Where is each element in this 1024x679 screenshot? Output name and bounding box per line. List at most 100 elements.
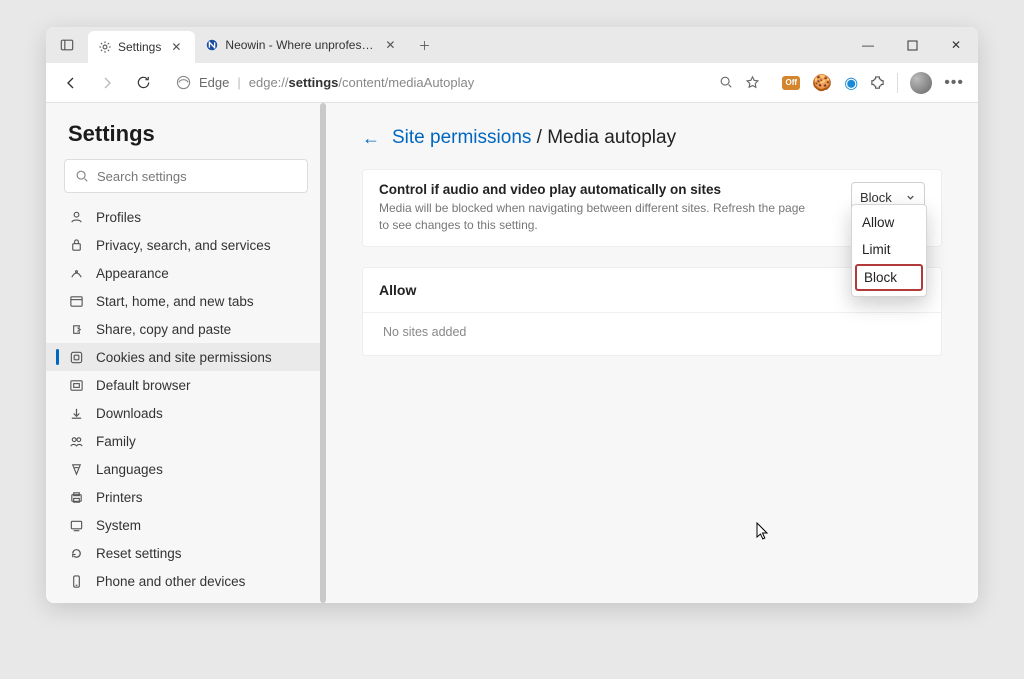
close-window-button[interactable]: ✕ xyxy=(934,27,978,63)
nav-icon xyxy=(68,489,84,505)
search-icon xyxy=(75,169,89,183)
sidebar-item[interactable]: Phone and other devices xyxy=(46,567,326,595)
browser-window: Settings ✕ Neowin - Where unprofessional… xyxy=(46,27,978,603)
maximize-button[interactable] xyxy=(890,27,934,63)
sidebar-item[interactable]: Reset settings xyxy=(46,539,326,567)
sidebar-item-label: Downloads xyxy=(96,406,163,421)
sidebar-item[interactable]: Profiles xyxy=(46,203,326,231)
window-controls: ― ✕ xyxy=(846,27,978,63)
close-icon[interactable]: ✕ xyxy=(381,36,399,54)
sidebar-item-label: System xyxy=(96,518,141,533)
scrollbar[interactable] xyxy=(320,103,326,603)
control-title: Control if audio and video play automati… xyxy=(379,182,809,197)
toolbar: Edge | edge://settings/content/mediaAuto… xyxy=(46,63,978,103)
control-description: Media will be blocked when navigating be… xyxy=(379,200,809,234)
tab-title: Neowin - Where unprofessional xyxy=(225,38,375,52)
tab-settings[interactable]: Settings ✕ xyxy=(88,31,195,63)
extension-off-icon[interactable]: Off xyxy=(782,76,800,90)
sidebar-item[interactable]: System xyxy=(46,511,326,539)
nav-icon xyxy=(68,461,84,477)
dropdown-option[interactable]: Allow xyxy=(852,209,926,236)
search-input[interactable]: Search settings xyxy=(64,159,308,193)
nav-icon xyxy=(68,377,84,393)
nav-icon xyxy=(68,237,84,253)
settings-sidebar: Settings Search settings Profiles Privacy… xyxy=(46,103,326,603)
sidebar-item-label: Phone and other devices xyxy=(96,574,245,589)
sidebar-item-label: Appearance xyxy=(96,266,169,281)
nav-icon xyxy=(68,517,84,533)
breadcrumb-back-icon[interactable]: ← xyxy=(362,128,380,149)
close-icon[interactable]: ✕ xyxy=(167,38,185,56)
content-area: Settings Search settings Profiles Privacy… xyxy=(46,103,978,603)
refresh-button[interactable] xyxy=(128,68,158,98)
titlebar: Settings ✕ Neowin - Where unprofessional… xyxy=(46,27,978,63)
settings-nav: Profiles Privacy, search, and services App… xyxy=(46,203,326,603)
nav-icon xyxy=(68,573,84,589)
sidebar-item[interactable]: Accessibility xyxy=(46,595,326,603)
profile-avatar[interactable] xyxy=(910,72,932,94)
nav-icon xyxy=(68,545,84,561)
extensions-area: Off 🍪 ◉ ••• xyxy=(778,72,968,94)
sidebar-item[interactable]: Family xyxy=(46,427,326,455)
url-text: edge://settings/content/mediaAutoplay xyxy=(249,75,474,90)
breadcrumb-current: Media autoplay xyxy=(547,127,676,148)
tab-neowin[interactable]: Neowin - Where unprofessional ✕ xyxy=(195,27,409,63)
sidebar-item[interactable]: Privacy, search, and services xyxy=(46,231,326,259)
dropdown-option[interactable]: Block xyxy=(855,264,923,291)
back-button[interactable] xyxy=(56,68,86,98)
sidebar-item[interactable]: Cookies and site permissions xyxy=(46,343,326,371)
chevron-down-icon xyxy=(905,192,916,203)
sidebar-item[interactable]: Share, copy and paste xyxy=(46,315,326,343)
nav-icon xyxy=(68,405,84,421)
nav-icon xyxy=(68,433,84,449)
address-bar[interactable]: Edge | edge://settings/content/mediaAuto… xyxy=(164,68,772,98)
edge-label: Edge xyxy=(199,75,229,90)
nav-icon xyxy=(68,265,84,281)
nav-icon xyxy=(68,321,84,337)
sidebar-item-label: Printers xyxy=(96,490,143,505)
sidebar-item-label: Accessibility xyxy=(96,602,170,604)
breadcrumb: ← Site permissions / Media autoplay xyxy=(362,127,942,149)
sidebar-item-label: Start, home, and new tabs xyxy=(96,294,254,309)
new-tab-button[interactable]: ＋ xyxy=(409,27,439,63)
sidebar-item[interactable]: Start, home, and new tabs xyxy=(46,287,326,315)
autoplay-dropdown: AllowLimitBlock xyxy=(851,204,927,297)
minimize-button[interactable]: ― xyxy=(846,27,890,63)
media-autoplay-control-card: Control if audio and video play automati… xyxy=(362,169,942,247)
sidebar-item-label: Profiles xyxy=(96,210,141,225)
sidebar-item-label: Languages xyxy=(96,462,163,477)
nav-icon xyxy=(68,293,84,309)
gear-icon xyxy=(98,40,112,54)
sidebar-item-label: Share, copy and paste xyxy=(96,322,231,337)
sidebar-item[interactable]: Languages xyxy=(46,455,326,483)
extension-icon[interactable]: ◉ xyxy=(844,73,858,93)
tab-actions-icon[interactable] xyxy=(46,27,88,63)
nav-icon xyxy=(68,349,84,365)
sidebar-item[interactable]: Default browser xyxy=(46,371,326,399)
page-title: Settings xyxy=(46,121,326,159)
dropdown-option[interactable]: Limit xyxy=(852,236,926,263)
more-menu-icon[interactable]: ••• xyxy=(944,74,964,92)
sidebar-item-label: Cookies and site permissions xyxy=(96,350,272,365)
forward-button[interactable] xyxy=(92,68,122,98)
sidebar-item[interactable]: Appearance xyxy=(46,259,326,287)
select-value: Block xyxy=(860,190,892,205)
zoom-icon[interactable] xyxy=(719,75,733,90)
search-placeholder: Search settings xyxy=(97,169,187,184)
favorite-icon[interactable] xyxy=(745,75,760,90)
neowin-icon xyxy=(205,38,219,52)
tab-title: Settings xyxy=(118,40,161,54)
sidebar-item-label: Family xyxy=(96,434,136,449)
sidebar-item[interactable]: Downloads xyxy=(46,399,326,427)
sidebar-item-label: Reset settings xyxy=(96,546,182,561)
settings-main: ← Site permissions / Media autoplay Cont… xyxy=(326,103,978,603)
nav-icon xyxy=(68,601,84,603)
extensions-menu-icon[interactable] xyxy=(870,75,885,90)
breadcrumb-parent-link[interactable]: Site permissions xyxy=(392,127,531,148)
edge-logo-icon xyxy=(176,75,191,90)
extension-icon[interactable]: 🍪 xyxy=(812,73,832,93)
sidebar-item[interactable]: Printers xyxy=(46,483,326,511)
sidebar-item-label: Privacy, search, and services xyxy=(96,238,271,253)
allow-empty-text: No sites added xyxy=(363,313,941,355)
sidebar-item-label: Default browser xyxy=(96,378,191,393)
